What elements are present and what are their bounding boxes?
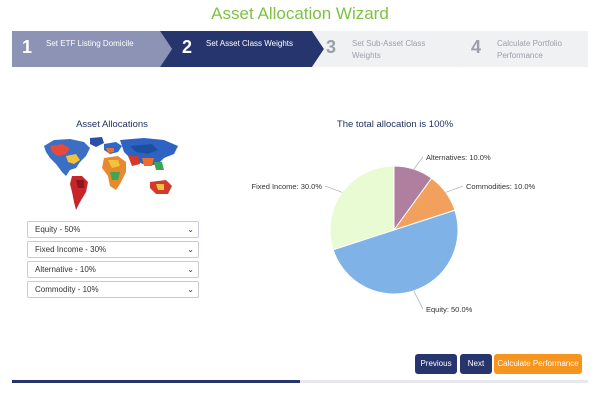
fixed-income-select[interactable]: Fixed Income - 30% ⌄: [27, 241, 199, 258]
step-3-number: 3: [326, 37, 337, 57]
allocation-pie-chart: Alternatives: 10.0% Commodities: 10.0% Equ…: [252, 153, 536, 314]
step-4-number: 4: [471, 37, 482, 57]
page-title: Asset Allocation Wizard: [211, 4, 389, 23]
equity-select-value: Equity - 50%: [35, 225, 81, 234]
step-1-label: Set ETF Listing Domicile: [46, 39, 134, 48]
chevron-down-icon: ⌄: [187, 225, 194, 234]
asset-allocations-title: Asset Allocations: [76, 119, 148, 130]
calculate-performance-button[interactable]: Calculate Performance: [494, 354, 582, 374]
pie-leader-line-1: [324, 185, 343, 193]
commodity-select[interactable]: Commodity - 10% ⌄: [27, 281, 199, 298]
pie-label-1: Fixed Income: 30.0%: [252, 182, 323, 191]
pie-leader-line-2: [413, 156, 424, 170]
chevron-down-icon: ⌄: [187, 245, 194, 254]
pie-label-3: Commodities: 10.0%: [466, 182, 536, 191]
equity-select[interactable]: Equity - 50% ⌄: [27, 221, 199, 238]
step-3-label: Set Sub-Asset Class Weights: [352, 39, 426, 60]
commodity-select-value: Commodity - 10%: [35, 285, 99, 294]
pie-label-0: Equity: 50.0%: [426, 305, 473, 314]
step-2-number: 2: [182, 37, 193, 57]
fixed-income-select-value: Fixed Income - 30%: [35, 245, 107, 254]
chevron-down-icon: ⌄: [187, 285, 194, 294]
alternative-select-value: Alternative - 10%: [35, 265, 96, 274]
step-3[interactable]: 3 Set Sub-Asset Class Weights: [312, 31, 469, 67]
pie-label-2: Alternatives: 10.0%: [426, 153, 491, 162]
previous-button[interactable]: Previous: [415, 354, 457, 374]
chevron-down-icon: ⌄: [187, 265, 194, 274]
alternative-select[interactable]: Alternative - 10% ⌄: [27, 261, 199, 278]
step-2-label: Set Asset Class Weights: [206, 39, 293, 48]
step-1[interactable]: 1 Set ETF Listing Domicile: [12, 31, 172, 67]
step-1-number: 1: [22, 37, 33, 57]
step-4[interactable]: 4 Calculate Portfolio Performance: [457, 31, 588, 67]
progress-bar: [12, 380, 300, 383]
pie-leader-line-0: [413, 290, 424, 310]
next-button[interactable]: Next: [460, 354, 492, 374]
allocation-selects: Equity - 50% ⌄ Fixed Income - 30% ⌄ Alte…: [27, 221, 199, 301]
chart-title: The total allocation is 100%: [336, 119, 454, 130]
pie-leader-line-3: [445, 185, 464, 193]
step-2[interactable]: 2 Set Asset Class Weights: [160, 31, 324, 67]
wizard-steps: 1 Set ETF Listing Domicile 2 Set Asset C…: [12, 31, 588, 67]
step-4-label: Calculate Portfolio Performance: [497, 39, 562, 60]
world-map-image: [44, 137, 178, 210]
